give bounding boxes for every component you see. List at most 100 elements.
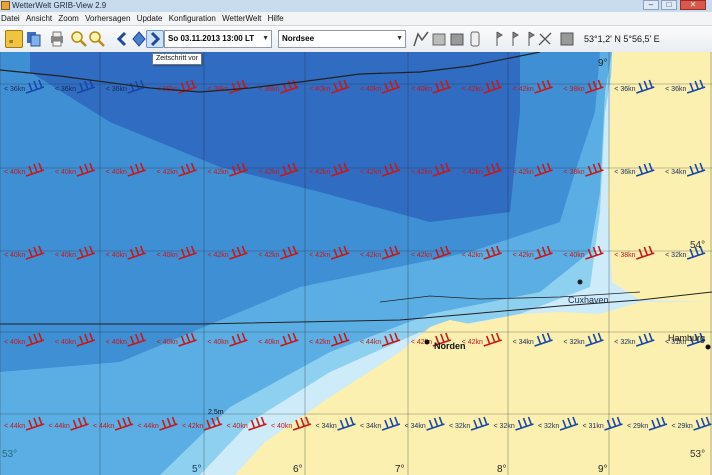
wind-speed-label: < 44kn (360, 339, 381, 346)
wind-speed-label: < 40kn (157, 339, 178, 346)
map-view[interactable]: < 36kn < 36kn < 36kn < 38kn < 38kn < 38kn < 40… (0, 52, 712, 475)
files-icon[interactable] (25, 30, 43, 48)
weather-map[interactable]: < 36kn < 36kn < 36kn < 38kn < 38kn < 38kn < 40… (0, 52, 712, 475)
lat-label-54: 54° (690, 240, 705, 251)
menu-konfiguration[interactable]: Konfiguration (168, 12, 219, 25)
open-file-icon[interactable]: ≡ (5, 30, 23, 48)
wind-speed-label: < 36kn (4, 86, 25, 93)
step-forward-icon[interactable] (146, 30, 164, 48)
wind-speed-label: < 32kn (449, 423, 470, 430)
measure-icon[interactable] (536, 30, 554, 48)
menu-update[interactable]: Update (136, 12, 166, 25)
wind-speed-label: < 42kn (462, 86, 483, 93)
lon-label-8: 8° (497, 464, 507, 475)
wind-speed-label: < 40kn (411, 86, 432, 93)
wind-speed-label: < 42kn (157, 169, 178, 176)
wind-speed-label: < 40kn (563, 252, 584, 259)
wind-speed-label: < 40kn (258, 339, 279, 346)
wind-speed-label: < 36kn (614, 86, 635, 93)
wind-speed-label: < 40kn (106, 169, 127, 176)
wind-speed-label: < 36kn (665, 86, 686, 93)
wind-speed-label: < 42kn (462, 252, 483, 259)
wind-speed-label: < 34kn (316, 423, 337, 430)
wind-speed-label: < 40kn (4, 169, 25, 176)
zoom-in-icon[interactable] (70, 30, 88, 48)
tooltip: Zeitschritt vor (152, 53, 203, 65)
wind-speed-label: < 40kn (4, 339, 25, 346)
wind-speed-label: < 44kn (93, 423, 114, 430)
region-select[interactable]: Nordsee ▼ (278, 30, 406, 48)
lat-label-53-left: 53° (2, 449, 17, 460)
wind-speed-label: < 40kn (106, 339, 127, 346)
tide-icon[interactable] (466, 30, 484, 48)
datetime-value: So 03.11.2013 13:00 LT (168, 34, 255, 43)
maximize-button[interactable]: □ (661, 0, 677, 10)
wind-speed-label: < 44kn (4, 423, 25, 430)
step-back-icon[interactable] (113, 30, 131, 48)
wind-speed-label: < 40kn (271, 423, 292, 430)
wind-speed-label: < 42kn (513, 169, 534, 176)
wind-speed-label: < 42kn (309, 252, 330, 259)
print-icon[interactable] (48, 30, 66, 48)
menu-ansicht[interactable]: Ansicht (25, 12, 55, 25)
cuxhaven-marker (577, 279, 583, 285)
menu-bar: Datei Ansicht Zoom Vorhersagen Update Ko… (0, 12, 712, 26)
menu-hilfe[interactable]: Hilfe (267, 12, 287, 25)
wind-speed-label: < 40kn (55, 339, 76, 346)
menu-zoom[interactable]: Zoom (57, 12, 81, 25)
wind-speed-label: < 38kn (614, 252, 635, 259)
chart-icon[interactable] (412, 30, 430, 48)
wind-speed-label: < 42kn (411, 252, 432, 259)
wind-speed-label: < 29kn (627, 423, 648, 430)
wind-speed-label: < 40kn (157, 252, 178, 259)
menu-vorhersagen[interactable]: Vorhersagen (84, 12, 133, 25)
place-cuxhaven: Cuxhaven (568, 295, 609, 305)
wind-speed-label: < 40kn (207, 339, 228, 346)
wind-speed-label: < 34kn (360, 423, 381, 430)
wind-speed-label: < 32kn (665, 252, 686, 259)
wind-speed-label: < 44kn (138, 423, 159, 430)
layers-icon[interactable] (448, 30, 466, 48)
wind-speed-label: < 40kn (360, 86, 381, 93)
place-hamburg: Hamburg (668, 333, 705, 343)
chevron-down-icon: ▼ (396, 35, 403, 42)
app-icon (1, 1, 10, 10)
wind-speed-label: < 29kn (672, 423, 693, 430)
close-button[interactable]: ✕ (680, 0, 706, 10)
wind-speed-label: < 42kn (360, 252, 381, 259)
wind-speed-label: < 31kn (583, 423, 604, 430)
wind-speed-label: < 32kn (494, 423, 515, 430)
wind-speed-label: < 32kn (614, 339, 635, 346)
wind-speed-label: < 42kn (309, 169, 330, 176)
wind-speed-label: < 42kn (513, 252, 534, 259)
wind-speed-label: < 32kn (563, 339, 584, 346)
lat-label-53-right: 53° (690, 449, 705, 460)
zoom-out-icon[interactable] (88, 30, 106, 48)
grid-icon[interactable] (558, 30, 576, 48)
wind-speed-label: < 42kn (207, 252, 228, 259)
wind-speed-label: < 34kn (405, 423, 426, 430)
menu-datei[interactable]: Datei (0, 12, 23, 25)
place-norden: Norden (434, 341, 466, 351)
meteogram-icon[interactable] (430, 30, 448, 48)
wind-speed-label: < 42kn (360, 169, 381, 176)
wave-height-label: 2,5m (208, 409, 224, 416)
wind-speed-label: < 42kn (513, 86, 534, 93)
wind-speed-label: < 40kn (106, 252, 127, 259)
minimize-button[interactable]: – (643, 0, 659, 10)
datetime-select[interactable]: So 03.11.2013 13:00 LT ▼ (164, 30, 272, 48)
cursor-coordinates: 53°1,2' N 5°56,5' E (584, 34, 660, 44)
chevron-down-icon: ▼ (262, 35, 269, 42)
toolbar: ≡ So 03.11.2013 13:00 LT ▼ Nordsee ▼ 53°… (0, 26, 712, 53)
lon-label-9-top: 9° (598, 58, 608, 69)
wind-speed-label: < 42kn (462, 169, 483, 176)
wind-speed-label: < 32kn (538, 423, 559, 430)
window-title: WetterWelt GRIB-View 2.9 (12, 1, 107, 10)
wind-speed-label: < 34kn (665, 169, 686, 176)
wind-speed-label: < 38kn (563, 169, 584, 176)
wind-speed-label: < 36kn (55, 86, 76, 93)
wind-speed-label: < 36kn (106, 86, 127, 93)
menu-wetterwelt[interactable]: WetterWelt (221, 12, 264, 25)
wind-speed-label: < 40kn (4, 252, 25, 259)
hamburg-marker (705, 344, 711, 350)
